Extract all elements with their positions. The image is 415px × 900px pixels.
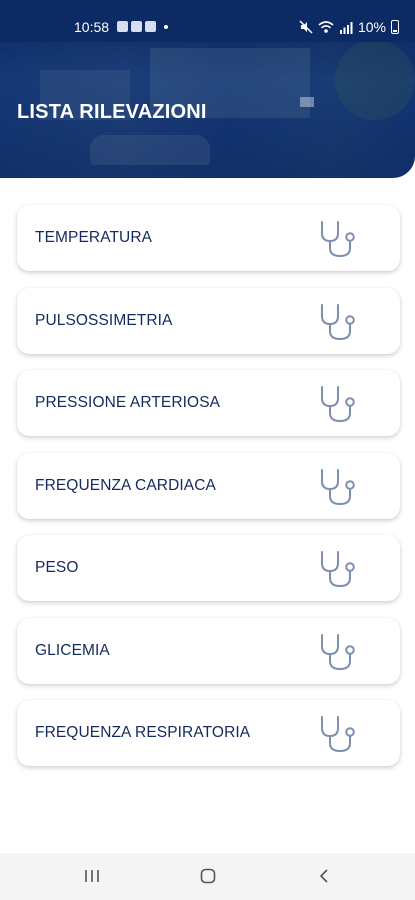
stethoscope-icon xyxy=(321,633,355,670)
list-item-frequenza-cardiaca[interactable]: FREQUENZA CARDIACA xyxy=(17,452,400,519)
notification-app-icon xyxy=(145,21,156,32)
list-item-label: FREQUENZA CARDIACA xyxy=(35,476,216,494)
notification-more-icon xyxy=(164,25,168,29)
system-navigation-bar xyxy=(0,853,415,900)
list-item-pressione-arteriosa[interactable]: PRESSIONE ARTERIOSA xyxy=(17,370,400,436)
battery-icon xyxy=(391,20,399,34)
header: 10:58 10% LISTA RILEVAZIONI xyxy=(0,0,415,178)
stethoscope-icon xyxy=(321,303,355,340)
stethoscope-icon xyxy=(321,551,355,588)
list-item-label: GLICEMIA xyxy=(35,641,110,659)
recent-apps-button[interactable] xyxy=(77,865,107,887)
notification-app-icon xyxy=(117,21,128,32)
background-photo-tree xyxy=(335,40,415,120)
home-icon xyxy=(200,868,216,884)
notification-app-icon xyxy=(131,21,142,32)
background-photo-sign xyxy=(300,97,314,107)
screen: 10:58 10% LISTA RILEVAZIONI TEMPERATURA … xyxy=(0,0,415,900)
stethoscope-icon xyxy=(321,468,355,505)
list-item-frequenza-respiratoria[interactable]: FREQUENZA RESPIRATORIA xyxy=(17,700,400,766)
list-item-label: FREQUENZA RESPIRATORIA xyxy=(35,724,251,741)
back-icon xyxy=(319,869,328,883)
list-item-label: PULSOSSIMETRIA xyxy=(35,311,173,329)
status-bar: 10:58 10% xyxy=(0,0,415,42)
list-item-temperatura[interactable]: TEMPERATURA xyxy=(17,205,400,271)
battery-percentage: 10% xyxy=(357,19,386,35)
home-button[interactable] xyxy=(193,865,223,887)
page-title: LISTA RILEVAZIONI xyxy=(17,101,207,123)
status-indicators: 10% xyxy=(299,19,399,35)
stethoscope-icon xyxy=(321,386,355,423)
signal-icon xyxy=(339,21,353,34)
status-time: 10:58 xyxy=(74,19,110,35)
list-item-label: PRESSIONE ARTERIOSA xyxy=(35,394,221,411)
list-item-peso[interactable]: PESO xyxy=(17,535,400,601)
recent-apps-icon xyxy=(85,870,99,882)
notification-icons xyxy=(117,21,168,32)
list-item-label: PESO xyxy=(35,559,79,576)
measurement-list: TEMPERATURA PULSOSSIMETRIA PRESSIONE ART… xyxy=(17,205,400,783)
list-item-glicemia[interactable]: GLICEMIA xyxy=(17,617,400,684)
back-button[interactable] xyxy=(309,865,339,887)
background-photo-car xyxy=(90,135,210,165)
stethoscope-icon xyxy=(321,716,355,753)
list-item-label: TEMPERATURA xyxy=(35,229,153,246)
mute-icon xyxy=(299,20,313,34)
list-item-pulsossimetria[interactable]: PULSOSSIMETRIA xyxy=(17,287,400,354)
wifi-icon xyxy=(318,20,334,33)
stethoscope-icon xyxy=(321,221,355,258)
